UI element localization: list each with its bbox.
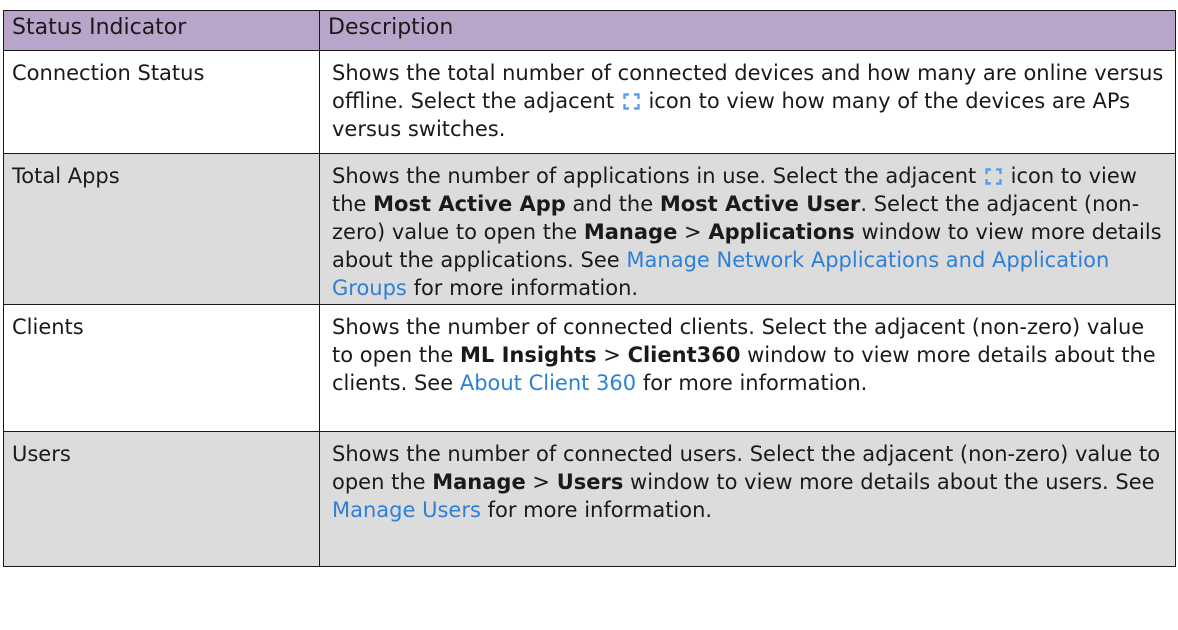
bold-term: ML Insights — [460, 343, 597, 367]
status-indicator-table: Status Indicator Description Connection … — [3, 10, 1176, 567]
description-cell: Shows the number of connected clients. S… — [319, 304, 1176, 432]
expand-icon[interactable] — [985, 168, 1002, 185]
table-row: Total Apps Shows the number of applicati… — [3, 153, 1176, 305]
description-text: for more information. — [642, 371, 868, 395]
bold-term: Most Active User — [659, 192, 861, 216]
header-description: Description — [319, 10, 1176, 51]
description-text: and the — [572, 192, 654, 216]
menu-separator: > — [684, 220, 702, 244]
table-row: Connection Status Shows the total number… — [3, 50, 1176, 154]
description-cell: Shows the number of applications in use.… — [319, 153, 1176, 305]
indicator-cell: Clients — [3, 304, 320, 432]
bold-term: Users — [556, 470, 624, 494]
table-header-row: Status Indicator Description — [3, 10, 1176, 51]
header-status-indicator: Status Indicator — [3, 10, 320, 51]
about-client-360-link[interactable]: About Client 360 — [460, 371, 636, 395]
bold-term: Client360 — [627, 343, 741, 367]
table-row: Users Shows the number of connected user… — [3, 431, 1176, 567]
bold-term: Manage — [583, 220, 678, 244]
bold-term: Manage — [432, 470, 526, 494]
bold-term: Applications — [708, 220, 855, 244]
bold-term: Most Active App — [373, 192, 566, 216]
indicator-cell: Users — [3, 431, 320, 567]
menu-separator: > — [532, 470, 550, 494]
menu-separator: > — [603, 343, 621, 367]
description-text: for more information. — [487, 498, 713, 522]
indicator-cell: Total Apps — [3, 153, 320, 305]
description-text: for more information. — [413, 276, 639, 300]
description-text: window to view more details about the us… — [630, 470, 1155, 494]
indicator-cell: Connection Status — [3, 50, 320, 154]
description-cell: Shows the total number of connected devi… — [319, 50, 1176, 154]
description-text: Shows the number of applications in use.… — [332, 164, 977, 188]
expand-icon[interactable] — [623, 93, 640, 110]
manage-users-link[interactable]: Manage Users — [332, 498, 481, 522]
description-cell: Shows the number of connected users. Sel… — [319, 431, 1176, 567]
table-row: Clients Shows the number of connected cl… — [3, 304, 1176, 432]
